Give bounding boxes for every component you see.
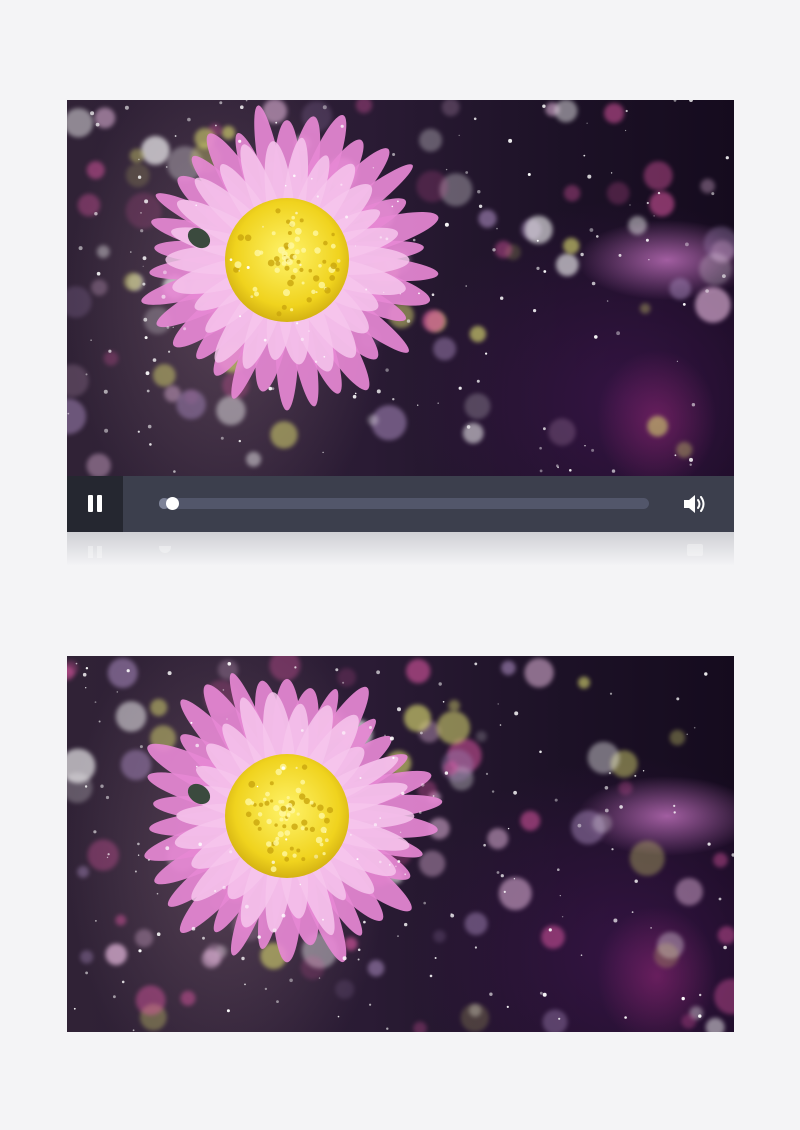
progress-handle[interactable]: [165, 497, 179, 510]
volume-icon: [684, 495, 705, 513]
flower-image: [67, 100, 734, 476]
video-frame[interactable]: [67, 100, 734, 476]
progress-bar[interactable]: [159, 497, 649, 510]
flower-image: [67, 656, 734, 1032]
pause-button[interactable]: [67, 476, 123, 532]
preview-frame: [67, 656, 734, 1032]
video-controls-bar: [67, 476, 734, 532]
volume-button[interactable]: [682, 491, 708, 517]
controls-reflection: [67, 532, 734, 566]
